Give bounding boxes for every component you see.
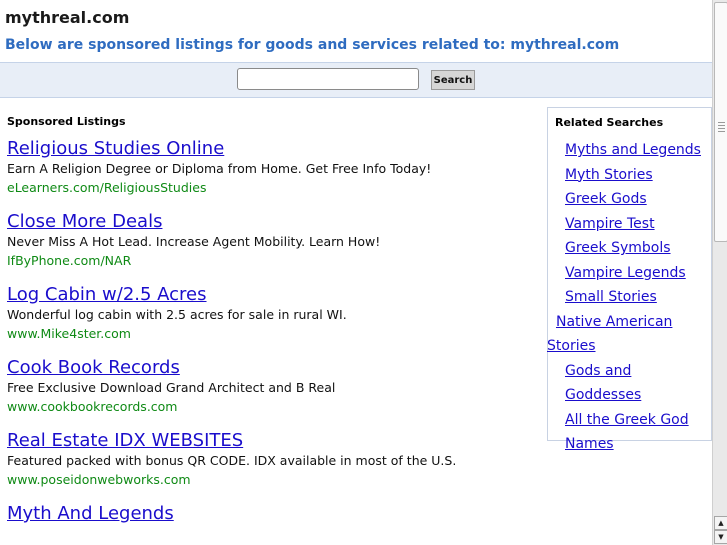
listing-item: Religious Studies Online Earn A Religion… xyxy=(7,138,537,198)
listing-title-link[interactable]: Religious Studies Online xyxy=(7,138,537,160)
related-search-link[interactable]: Native American Stories xyxy=(547,310,708,359)
related-searches-heading: Related Searches xyxy=(555,116,664,129)
related-searches-panel: Related Searches Myths and Legends Myth … xyxy=(547,107,712,452)
up-arrow-icon[interactable]: ▲ xyxy=(714,516,727,530)
related-search-link[interactable]: Myths and Legends xyxy=(556,138,708,163)
listing-title-link[interactable]: Close More Deals xyxy=(7,211,537,233)
related-search-link[interactable]: Gods and Goddesses xyxy=(556,359,708,408)
listing-description: Wonderful log cabin with 2.5 acres for s… xyxy=(7,307,347,322)
scrollbar-thumb[interactable] xyxy=(714,2,727,242)
listing-item: Myth And Legends xyxy=(7,503,537,525)
listing-description: Free Exclusive Download Grand Architect … xyxy=(7,380,336,395)
vertical-scrollbar[interactable]: ▲ ▼ xyxy=(712,0,727,545)
listing-title-link[interactable]: Real Estate IDX WEBSITES xyxy=(7,430,537,452)
related-search-link-text: Native American Stories xyxy=(547,313,673,355)
related-search-link[interactable]: Vampire Legends xyxy=(556,261,708,286)
listing-item: Close More Deals Never Miss A Hot Lead. … xyxy=(7,211,537,271)
listing-url[interactable]: IfByPhone.com/NAR xyxy=(7,251,537,271)
scrollbar-grip xyxy=(718,122,725,134)
search-bar: Search xyxy=(0,62,712,98)
listing-url[interactable]: eLearners.com/ReligiousStudies xyxy=(7,178,537,198)
listing-url[interactable]: www.poseidonwebworks.com xyxy=(7,470,537,490)
listing-item: Log Cabin w/2.5 Acres Wonderful log cabi… xyxy=(7,284,537,344)
listing-description: Earn A Religion Degree or Diploma from H… xyxy=(7,161,432,176)
site-title: mythreal.com xyxy=(5,8,130,27)
down-arrow-icon[interactable]: ▼ xyxy=(714,530,727,544)
related-search-link[interactable]: Small Stories xyxy=(556,285,708,310)
listing-title-link[interactable]: Log Cabin w/2.5 Acres xyxy=(7,284,537,306)
listing-url[interactable]: www.Mike4ster.com xyxy=(7,324,537,344)
listing-item: Real Estate IDX WEBSITES Featured packed… xyxy=(7,430,537,490)
sponsored-listings: Sponsored Listings Religious Studies Onl… xyxy=(7,114,537,538)
listing-description: Featured packed with bonus QR CODE. IDX … xyxy=(7,453,457,468)
search-button[interactable]: Search xyxy=(431,70,475,90)
related-search-link[interactable]: All the Greek God Names xyxy=(556,408,708,457)
listing-description: Never Miss A Hot Lead. Increase Agent Mo… xyxy=(7,234,381,249)
related-search-link[interactable]: Vampire Test xyxy=(556,212,708,237)
related-searches-list: Myths and Legends Myth Stories Greek God… xyxy=(547,138,708,457)
sponsored-listings-heading: Sponsored Listings xyxy=(7,115,126,128)
listing-title-link[interactable]: Myth And Legends xyxy=(7,503,537,525)
search-input[interactable] xyxy=(237,68,419,90)
listing-item: Cook Book Records Free Exclusive Downloa… xyxy=(7,357,537,417)
related-search-link[interactable]: Myth Stories xyxy=(556,163,708,188)
listing-title-link[interactable]: Cook Book Records xyxy=(7,357,537,379)
listing-url[interactable]: www.cookbookrecords.com xyxy=(7,397,537,417)
related-search-link[interactable]: Greek Gods xyxy=(556,187,708,212)
page-subtitle: Below are sponsored listings for goods a… xyxy=(5,37,620,53)
related-search-link[interactable]: Greek Symbols xyxy=(556,236,708,261)
